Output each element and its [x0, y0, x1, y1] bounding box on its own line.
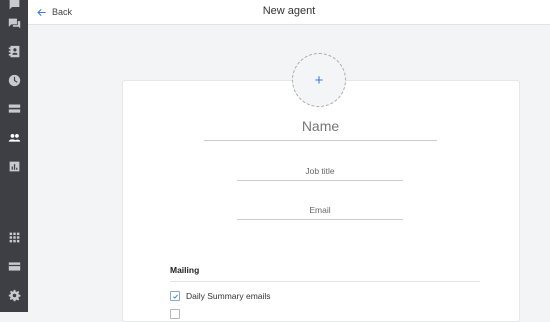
agent-form-card	[122, 80, 520, 322]
mailing-section-heading: Mailing	[170, 265, 480, 282]
chat-icon[interactable]	[4, 0, 24, 14]
page-title: New agent	[262, 5, 316, 17]
people-icon[interactable]	[4, 127, 24, 147]
sidebar	[0, 0, 28, 312]
clock-icon[interactable]	[4, 70, 24, 90]
plus-icon: +	[314, 71, 324, 89]
chat-bubbles-icon[interactable]	[4, 13, 24, 33]
name-input[interactable]: Name	[204, 118, 437, 141]
daily-summary-label: Daily Summary emails	[186, 291, 271, 301]
top-bar: Back New agent	[28, 0, 550, 25]
avatar-upload-button[interactable]: +	[292, 53, 346, 107]
daily-summary-option[interactable]: Daily Summary emails	[170, 291, 271, 301]
gear-icon[interactable]	[4, 285, 24, 305]
chart-icon[interactable]	[4, 156, 24, 176]
daily-summary-checkbox[interactable]	[170, 291, 180, 301]
contacts-book-icon[interactable]	[4, 41, 24, 61]
job-title-input[interactable]: Job title	[237, 166, 403, 181]
card-icon[interactable]	[4, 256, 24, 276]
email-input[interactable]: Email	[237, 205, 403, 220]
next-option-checkbox[interactable]	[170, 309, 180, 319]
apps-grid-icon[interactable]	[4, 227, 24, 247]
checkmark-icon	[172, 294, 178, 299]
inbox-icon[interactable]	[4, 98, 24, 118]
